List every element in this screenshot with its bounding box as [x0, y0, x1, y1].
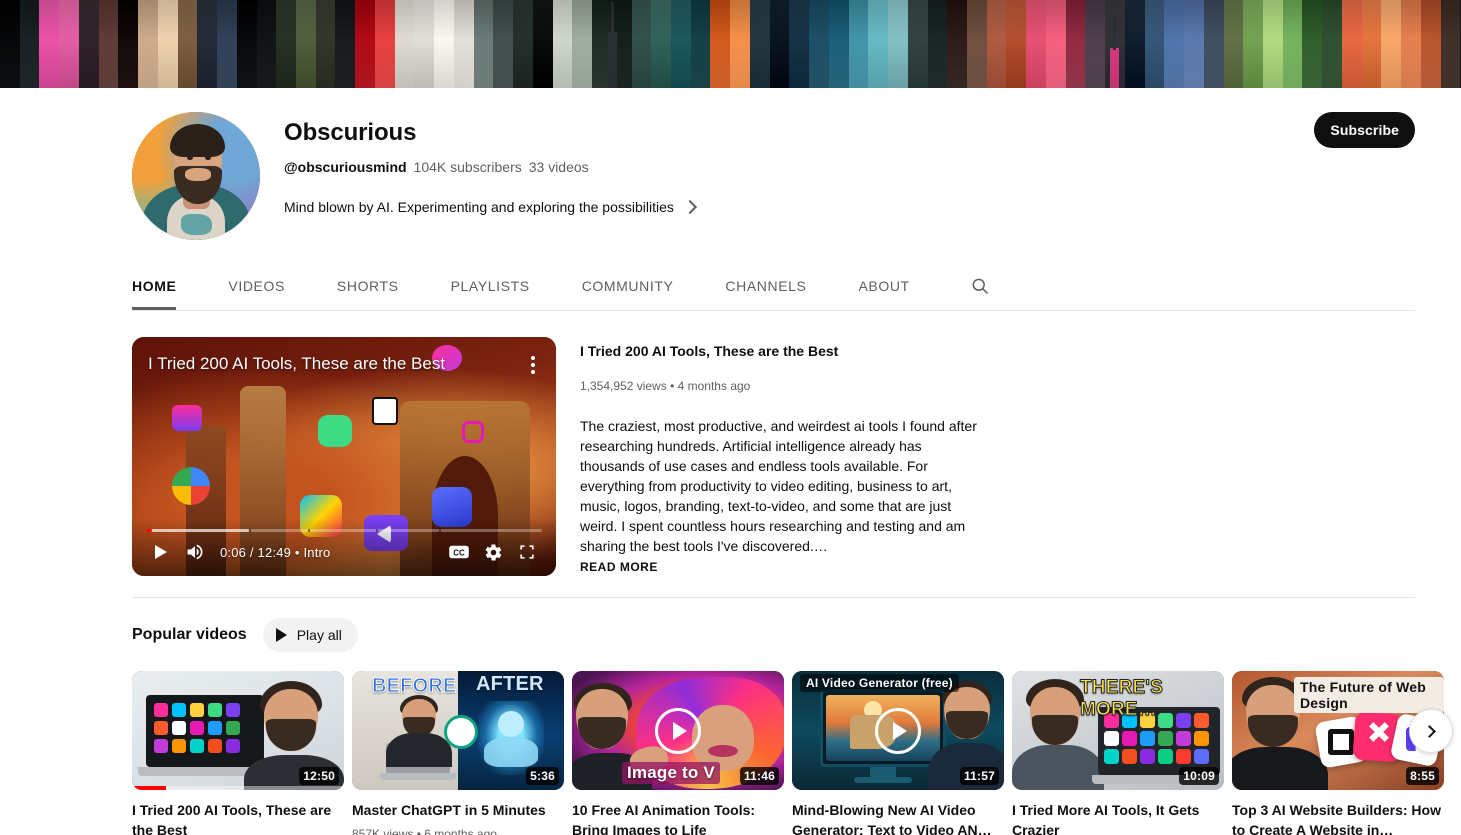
play-overlay-icon[interactable] — [655, 708, 701, 754]
tab-channels[interactable]: CHANNELS — [699, 262, 832, 310]
featured-video-section: I Tried 200 AI Tools, These are the Best — [0, 311, 1461, 576]
channel-handle[interactable]: @obscuriousmind — [284, 159, 407, 175]
banner-vignette — [0, 0, 1461, 88]
channel-tabs-wrap: HOMEVIDEOSSHORTSPLAYLISTSCOMMUNITYCHANNE… — [0, 262, 1461, 310]
popular-videos-title: Popular videos — [132, 626, 247, 644]
video-card[interactable]: Image to V11:46 10 Free AI Animation Tool… — [572, 671, 784, 835]
video-card-title[interactable]: I Tried More AI Tools, It Gets Crazier — [1012, 800, 1224, 835]
featured-video-description: The craziest, most productive, and weird… — [580, 416, 984, 556]
featured-published: 4 months ago — [678, 379, 751, 393]
video-card-meta: 857K views • 6 months ago — [352, 825, 564, 835]
video-card-title[interactable]: Mind-Blowing New AI Video Generator: Tex… — [792, 800, 1004, 835]
captions-icon[interactable]: CC — [442, 537, 476, 567]
shelf-next-button[interactable] — [1409, 709, 1453, 753]
video-thumbnail[interactable]: AI Video Generator (free)11:57 — [792, 671, 1004, 790]
video-card[interactable]: THERE'S MORE…10:09 I Tried More AI Tools,… — [1012, 671, 1224, 835]
featured-video-info: I Tried 200 AI Tools, These are the Best… — [580, 337, 984, 576]
video-duration: 11:57 — [960, 767, 999, 785]
logo-figma-icon — [172, 405, 202, 431]
video-card[interactable]: 12:50 I Tried 200 AI Tools, These are the… — [132, 671, 344, 835]
search-icon[interactable] — [960, 266, 1000, 306]
channel-tabs: HOMEVIDEOSSHORTSPLAYLISTSCOMMUNITYCHANNE… — [132, 262, 1415, 310]
video-thumbnail[interactable]: 12:50 — [132, 671, 344, 790]
channel-description-row[interactable]: Mind blown by AI. Experimenting and expl… — [284, 197, 1415, 217]
page-content: Obscurious @obscuriousmind 104K subscribe… — [0, 88, 1461, 835]
read-more-button[interactable]: READ MORE — [580, 560, 984, 574]
play-icon[interactable] — [144, 537, 178, 567]
play-icon — [276, 628, 287, 642]
player-buffered — [146, 529, 249, 532]
video-count: 33 videos — [529, 159, 589, 175]
play-overlay-icon[interactable] — [875, 708, 921, 754]
video-card-title[interactable]: 10 Free AI Animation Tools: Bring Images… — [572, 800, 784, 835]
channel-stats: @obscuriousmind 104K subscribers 33 videos — [284, 157, 1415, 177]
video-row: 12:50 I Tried 200 AI Tools, These are the… — [132, 671, 1461, 835]
avatar-eye-right — [205, 156, 211, 160]
video-duration: 5:36 — [526, 767, 559, 785]
featured-video-meta: 1,354,952 views • 4 months ago — [580, 377, 984, 395]
channel-name: Obscurious — [284, 118, 1415, 148]
video-thumbnail[interactable]: THERE'S MORE…10:09 — [1012, 671, 1224, 790]
featured-views: 1,354,952 views — [580, 379, 667, 393]
player-controls: 0:06 / 12:49 • Intro CC — [132, 518, 556, 576]
watch-progress-bar — [132, 786, 344, 790]
svg-text:CC: CC — [453, 549, 465, 558]
tab-community[interactable]: COMMUNITY — [556, 262, 700, 310]
player-control-row: 0:06 / 12:49 • Intro CC — [144, 537, 544, 567]
video-duration: 11:46 — [740, 767, 779, 785]
video-card-title[interactable]: Top 3 AI Website Builders: How to Create… — [1232, 800, 1444, 835]
play-all-label: Play all — [297, 627, 342, 643]
popular-videos-shelf: 12:50 I Tried 200 AI Tools, These are the… — [0, 652, 1461, 835]
volume-icon[interactable] — [178, 537, 212, 567]
tab-about[interactable]: ABOUT — [832, 262, 935, 310]
video-card[interactable]: BEFOREAFTER5:36 Master ChatGPT in 5 Minut… — [352, 671, 564, 835]
chevron-right-icon — [1423, 725, 1436, 738]
more-vertical-icon[interactable] — [524, 354, 542, 376]
tab-videos[interactable]: VIDEOS — [202, 262, 311, 310]
player-played — [146, 529, 152, 532]
subscriber-count: 104K subscribers — [414, 159, 522, 175]
play-all-button[interactable]: Play all — [263, 618, 358, 652]
channel-description: Mind blown by AI. Experimenting and expl… — [284, 197, 674, 217]
video-card[interactable]: The Future of Web Design8:55Top 3 AI Web… — [1232, 671, 1444, 835]
logo-green-icon — [318, 415, 352, 447]
chevron-right-icon — [683, 200, 697, 214]
player-time-display: 0:06 / 12:49 • Intro — [220, 545, 330, 560]
logo-google-icon — [172, 467, 210, 505]
channel-meta: Obscurious @obscuriousmind 104K subscribe… — [260, 112, 1415, 217]
subscribe-button[interactable]: Subscribe — [1314, 112, 1415, 148]
video-duration: 8:55 — [1406, 767, 1439, 785]
popular-videos-header: Popular videos Play all — [0, 598, 1461, 652]
avatar[interactable] — [132, 112, 260, 240]
tab-shorts[interactable]: SHORTS — [311, 262, 425, 310]
video-card-title[interactable]: Master ChatGPT in 5 Minutes — [352, 800, 564, 820]
featured-video-title[interactable]: I Tried 200 AI Tools, These are the Best — [580, 341, 984, 361]
tab-home[interactable]: HOME — [132, 262, 202, 310]
video-duration: 12:50 — [299, 767, 339, 785]
gear-icon[interactable] — [476, 537, 510, 567]
youtube-channel-page: Obscurious @obscuriousmind 104K subscribe… — [0, 0, 1461, 835]
logo-notion-icon — [372, 397, 398, 425]
avatar-eye-left — [187, 156, 193, 160]
video-duration: 10:09 — [1179, 767, 1219, 785]
video-thumbnail[interactable]: BEFOREAFTER5:36 — [352, 671, 564, 790]
video-card-title[interactable]: I Tried 200 AI Tools, These are the Best — [132, 800, 344, 835]
featured-video-player[interactable]: I Tried 200 AI Tools, These are the Best — [132, 337, 556, 576]
tab-playlists[interactable]: PLAYLISTS — [425, 262, 556, 310]
video-thumbnail[interactable]: Image to V11:46 — [572, 671, 784, 790]
player-progress-bar[interactable] — [146, 529, 542, 532]
channel-header: Obscurious @obscuriousmind 104K subscribe… — [0, 88, 1461, 240]
fullscreen-icon[interactable] — [510, 537, 544, 567]
logo-magenta-outline-icon — [462, 421, 484, 443]
channel-banner[interactable] — [0, 0, 1461, 88]
player-overlay-title: I Tried 200 AI Tools, These are the Best — [148, 353, 510, 375]
video-card[interactable]: AI Video Generator (free)11:57 Mind-Blowi… — [792, 671, 1004, 835]
